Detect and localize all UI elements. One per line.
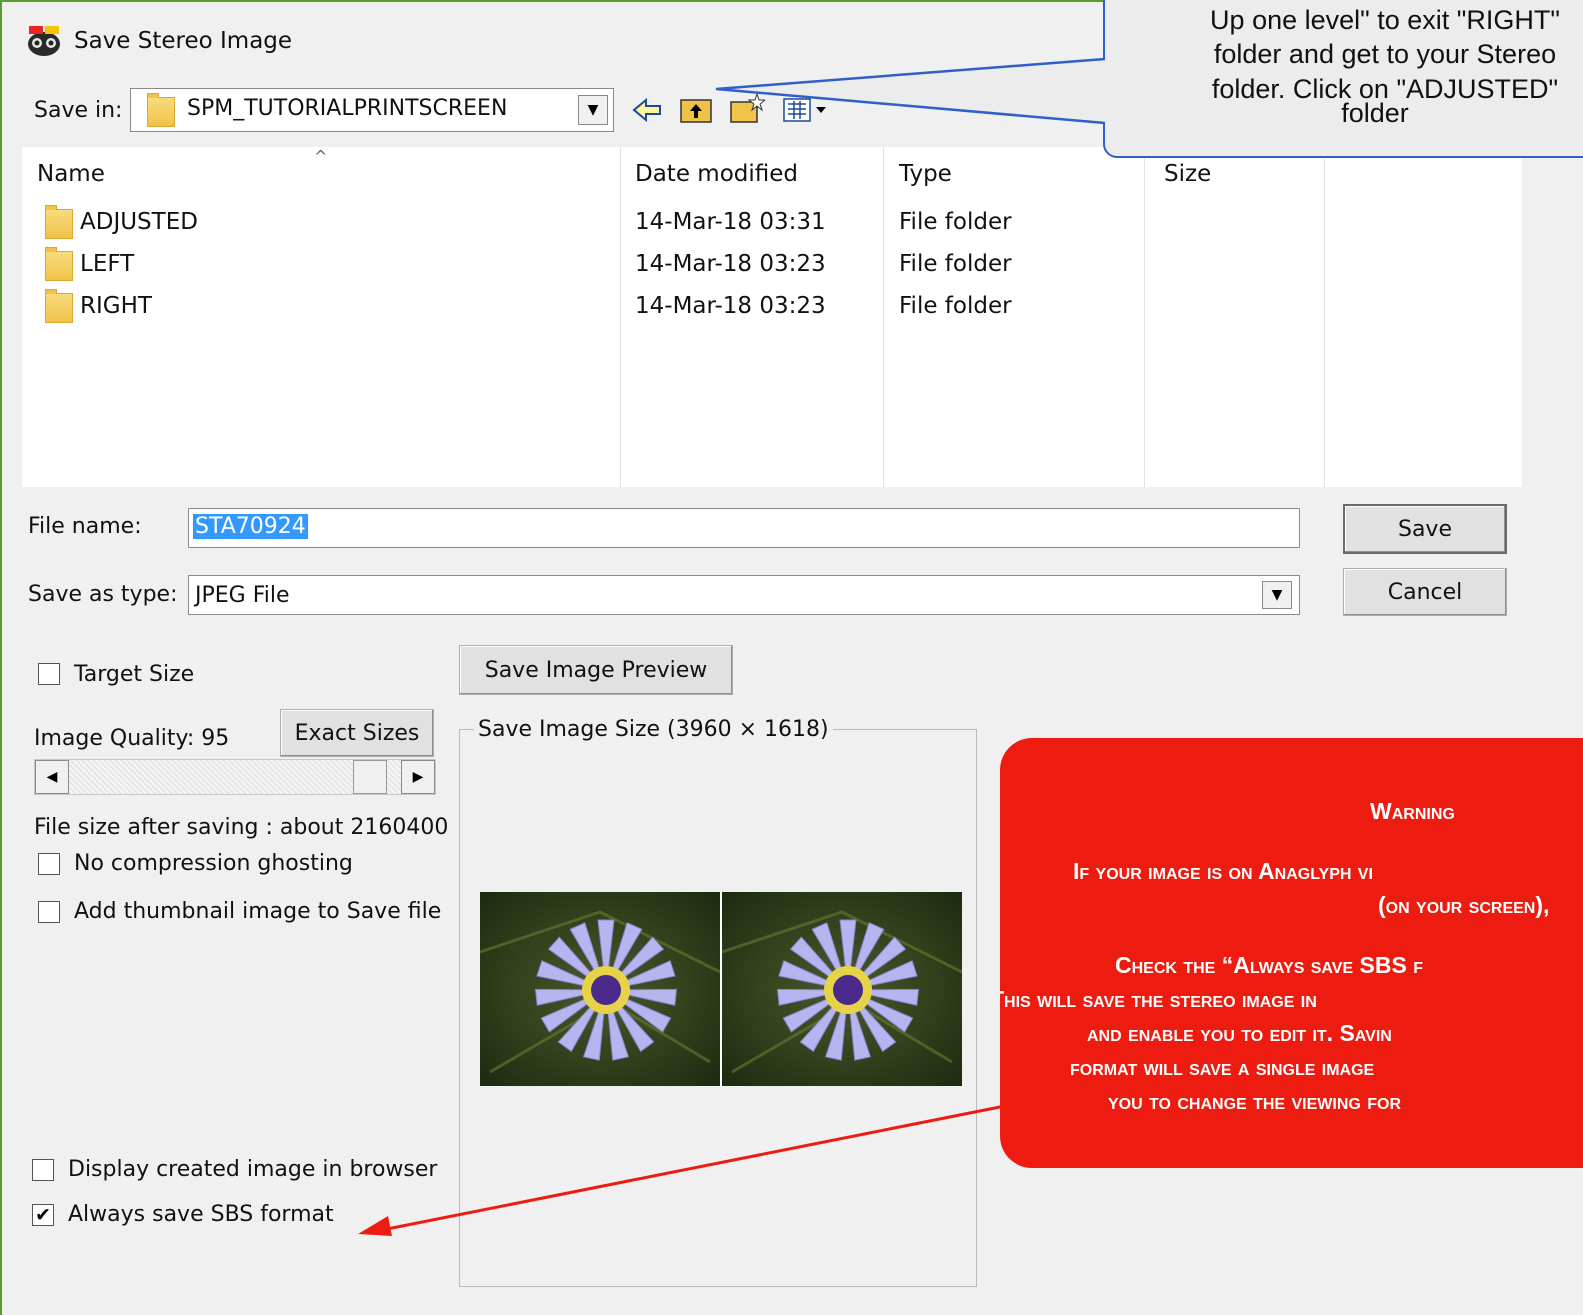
table-row[interactable]: ADJUSTED 14-Mar-18 03:31 File folder <box>22 203 1322 243</box>
add-thumbnail-checkbox[interactable] <box>38 901 60 923</box>
slider-right-arrow[interactable]: ▶ <box>401 760 435 794</box>
window-title: Save Stereo Image <box>74 28 293 54</box>
add-thumbnail-label: Add thumbnail image to Save file <box>74 899 442 924</box>
warning-heading: Warning <box>1370 798 1455 824</box>
no-compression-ghosting-label: No compression ghosting <box>74 851 353 876</box>
exact-sizes-button[interactable]: Exact Sizes <box>280 709 434 757</box>
file-name-value: STA70924 <box>193 514 308 539</box>
callout-line: Up one level" to exit "RIGHT" <box>1210 5 1560 35</box>
file-type-cell: File folder <box>899 293 1012 319</box>
column-header-type[interactable]: Type <box>899 161 952 187</box>
file-name-field[interactable]: STA70924 <box>188 508 1300 548</box>
callout-pointer <box>715 57 1106 125</box>
callout-line: folder and get to your Stereo <box>1213 39 1557 69</box>
slider-thumb[interactable] <box>353 760 387 794</box>
back-arrow-icon[interactable] <box>632 96 664 124</box>
stereo-camera-app-icon <box>28 26 60 56</box>
image-quality-label: Image Quality: 95 <box>34 726 230 751</box>
save-button[interactable]: Save <box>1343 504 1507 554</box>
warning-line: Check the “Always save SBS f <box>1115 952 1423 978</box>
column-header-size[interactable]: Size <box>1164 161 1211 187</box>
file-date-cell: 14-Mar-18 03:31 <box>635 209 826 235</box>
image-quality-slider[interactable]: ◀ ▶ <box>34 759 436 795</box>
save-in-combo[interactable]: SPM_TUTORIALPRINTSCREEN ▼ <box>130 88 614 132</box>
sort-ascending-icon: ^ <box>314 147 328 166</box>
table-row[interactable]: RIGHT 14-Mar-18 03:23 File folder <box>22 287 1322 327</box>
save-as-type-value: JPEG File <box>195 583 290 608</box>
save-as-type-label: Save as type: <box>28 582 178 607</box>
column-header-name[interactable]: Name <box>37 161 105 187</box>
up-one-level-callout: Up one level" to exit "RIGHT" folder and… <box>1103 0 1583 158</box>
display-in-browser-checkbox[interactable] <box>32 1159 54 1181</box>
warning-line: format will save a single image <box>1070 1054 1375 1080</box>
always-sbs-checkbox[interactable]: ✔ <box>32 1204 54 1226</box>
save-as-type-dropdown-button[interactable]: ▼ <box>1262 581 1292 609</box>
warning-line: you to change the viewing for <box>1108 1088 1401 1114</box>
warning-line: (on your screen), <box>1378 892 1550 918</box>
file-list[interactable]: ^ Name Date modified Type Size ADJUSTED … <box>22 147 1522 487</box>
warning-arrow <box>358 1102 1016 1236</box>
stereo-preview-image <box>480 892 962 1086</box>
save-image-preview-button[interactable]: Save Image Preview <box>459 645 733 695</box>
table-row[interactable]: LEFT 14-Mar-18 03:23 File folder <box>22 245 1322 285</box>
warning-callout: Warning If your image is on Anaglyph vi … <box>1000 738 1583 1168</box>
save-image-size-label: Save Image Size (3960 × 1618) <box>474 717 833 742</box>
file-name-cell: LEFT <box>80 251 135 277</box>
file-name-cell: ADJUSTED <box>80 209 198 235</box>
warning-line: and enable you to edit it. Savin <box>1087 1020 1392 1046</box>
save-as-type-combo[interactable]: JPEG File ▼ <box>188 575 1300 615</box>
column-header-date[interactable]: Date modified <box>635 161 798 187</box>
folder-icon <box>45 205 73 239</box>
callout-line: folder <box>1341 98 1409 128</box>
cancel-button[interactable]: Cancel <box>1343 568 1507 616</box>
save-in-dropdown-button[interactable]: ▼ <box>578 95 608 125</box>
folder-icon <box>45 247 73 281</box>
file-date-cell: 14-Mar-18 03:23 <box>635 293 826 319</box>
file-type-cell: File folder <box>899 251 1012 277</box>
folder-icon <box>45 289 73 323</box>
save-in-value: SPM_TUTORIALPRINTSCREEN <box>187 96 508 121</box>
file-size-text: File size after saving : about 2160400 <box>34 815 449 840</box>
slider-left-arrow[interactable]: ◀ <box>35 760 69 794</box>
file-date-cell: 14-Mar-18 03:23 <box>635 251 826 277</box>
target-size-checkbox[interactable] <box>38 663 60 685</box>
always-sbs-label: Always save SBS format <box>68 1202 334 1227</box>
target-size-label: Target Size <box>74 662 195 687</box>
no-compression-ghosting-checkbox[interactable] <box>38 853 60 875</box>
folder-icon <box>147 93 175 127</box>
warning-line: If your image is on Anaglyph vi <box>1073 858 1373 884</box>
warning-line: This will save the stereo image in <box>1000 986 1317 1012</box>
file-type-cell: File folder <box>899 209 1012 235</box>
file-name-label: File name: <box>28 514 142 539</box>
file-name-cell: RIGHT <box>80 293 152 319</box>
save-in-label: Save in: <box>34 98 123 123</box>
